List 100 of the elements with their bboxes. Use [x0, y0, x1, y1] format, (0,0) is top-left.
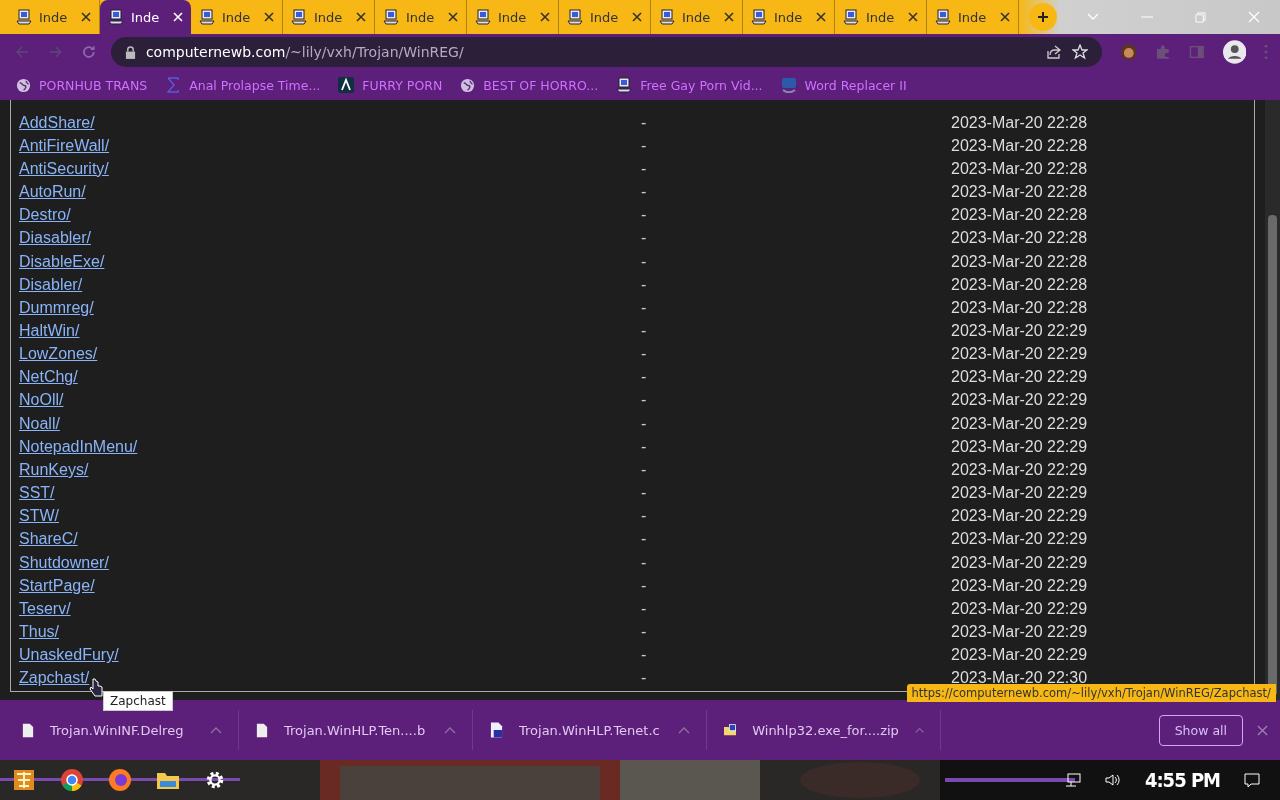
folder-link[interactable]: NoOll/: [19, 391, 641, 410]
computer-icon: [291, 9, 307, 25]
folder-link[interactable]: AntiFireWall/: [19, 136, 641, 155]
close-icon[interactable]: [540, 12, 550, 22]
folder-link[interactable]: Noall/: [19, 414, 641, 433]
profile-icon[interactable]: [1222, 40, 1247, 64]
date-cell: 2023-Mar-20 22:29: [951, 623, 1088, 641]
size-cell-text: -: [641, 623, 648, 641]
tab-title: Inde: [406, 9, 436, 25]
tooltip: Zapchast: [103, 691, 173, 711]
bookmark[interactable]: PORNHUB TRANS: [16, 77, 148, 93]
bookmark[interactable]: BEST OF HORRO...: [460, 77, 599, 93]
folder-link[interactable]: RunKeys/: [19, 460, 641, 479]
browser-tab[interactable]: Inde: [100, 0, 191, 34]
close-icon[interactable]: [632, 12, 642, 22]
reload-icon[interactable]: [81, 44, 97, 60]
size-cell-text: -: [641, 507, 648, 526]
tab-title: Inde: [774, 9, 804, 25]
close-icon[interactable]: [264, 12, 274, 22]
folder-link[interactable]: NotepadInMenu/: [19, 437, 641, 456]
notification-icon[interactable]: [1244, 772, 1260, 788]
computer-icon: [935, 9, 951, 25]
size-cell-text: -: [641, 298, 648, 317]
folder-link[interactable]: ShareC/: [19, 530, 641, 549]
size-cell-text: -: [641, 229, 648, 248]
close-icon[interactable]: [816, 12, 826, 22]
date-cell: 2023-Mar-20 22:29: [951, 368, 1088, 387]
app-icon[interactable]: [12, 768, 36, 792]
folder-link[interactable]: AntiSecurity/: [19, 159, 641, 178]
download-item[interactable]: Trojan.WinHLP.Ten....b: [256, 710, 473, 750]
size-cell-text: -: [641, 414, 648, 433]
firefox-icon[interactable]: [108, 768, 132, 792]
size-cell-text: -: [641, 322, 648, 340]
close-icon[interactable]: [1000, 12, 1010, 22]
download-item[interactable]: Trojan.WinHLP.Tenet.c: [490, 710, 707, 750]
sigma-icon: [165, 77, 182, 93]
size-cell-text: -: [641, 669, 648, 688]
network-icon[interactable]: [1064, 772, 1081, 788]
folder-link[interactable]: AddShare/: [19, 113, 641, 132]
caret-icon[interactable]: [678, 726, 690, 734]
close-icon[interactable]: [724, 12, 734, 22]
folder-link[interactable]: Dummreg/: [19, 298, 641, 317]
folder-link[interactable]: NetChg/: [19, 368, 641, 387]
speaker-icon[interactable]: [1104, 772, 1121, 788]
folder-link[interactable]: UnaskedFury/: [19, 646, 641, 665]
folder-link[interactable]: HaltWin/: [19, 322, 641, 340]
folder-link[interactable]: Diasabler/: [19, 229, 641, 248]
close-icon[interactable]: [448, 12, 458, 22]
folder-link[interactable]: STW/: [19, 507, 641, 526]
computer-icon: [16, 9, 32, 25]
globe-icon: [16, 77, 31, 93]
computer-icon: [199, 9, 215, 25]
close-icon[interactable]: [908, 12, 918, 22]
size-cell-text: -: [641, 275, 648, 294]
date-cell: 2023-Mar-20 22:29: [951, 530, 1088, 549]
folder-link[interactable]: Destro/: [19, 206, 641, 225]
avatar-icon[interactable]: [1119, 43, 1138, 61]
star-icon[interactable]: [1071, 44, 1088, 60]
tab-title: Inde: [131, 9, 161, 25]
download-item[interactable]: Winhlp32.exe_for....zip: [724, 710, 941, 750]
bookmark[interactable]: FURRY PORN: [338, 77, 443, 93]
folder-link[interactable]: AutoRun/: [19, 183, 641, 202]
folder-link[interactable]: Shutdowner/: [19, 553, 641, 572]
date-cell: 2023-Mar-20 22:29: [951, 460, 1088, 479]
address-bar[interactable]: computernewb.com/~lily/vxh/Trojan/WinREG/: [110, 37, 1102, 67]
folder-link[interactable]: Zapchast/: [19, 669, 641, 688]
folder-link[interactable]: SST/: [19, 484, 641, 503]
tab-title: Inde: [682, 9, 712, 25]
bookmark[interactable]: Free Gay Porn Vid...: [616, 77, 763, 93]
download-item[interactable]: Trojan.WinINF.Delreg: [22, 710, 239, 750]
folder-link[interactable]: Teserv/: [19, 599, 641, 618]
folder-link[interactable]: Thus/: [19, 623, 641, 641]
size-cell-text: -: [641, 553, 648, 572]
bookmark[interactable]: Word Replacer II: [780, 77, 907, 93]
size-cell-text: -: [641, 159, 648, 178]
bookmark[interactable]: Anal Prolapse Time...: [165, 77, 321, 93]
clock[interactable]: 4:55 PM: [1144, 768, 1220, 792]
folder-link[interactable]: DisableExe/: [19, 252, 641, 271]
folder-link[interactable]: StartPage/: [19, 576, 641, 595]
lambda-icon: [338, 77, 355, 93]
folder-link[interactable]: Disabler/: [19, 275, 641, 294]
date-cell: 2023-Mar-20 22:29: [951, 599, 1088, 618]
settings-icon[interactable]: [204, 769, 226, 791]
file-icon: [490, 722, 503, 738]
show-all-button[interactable]: Show all: [1158, 714, 1243, 746]
file-icon: [256, 722, 268, 738]
share-icon[interactable]: [1045, 44, 1062, 60]
file-icon: [22, 722, 34, 738]
close-icon[interactable]: [81, 12, 91, 22]
caret-icon[interactable]: [444, 726, 456, 734]
size-cell-text: -: [641, 646, 648, 665]
close-icon[interactable]: [356, 12, 366, 22]
computer-icon: [475, 9, 491, 25]
date-cell: 2023-Mar-20 22:29: [951, 507, 1088, 526]
date-cell: 2023-Mar-20 22:28: [951, 206, 1088, 225]
new-tab-button[interactable]: [1029, 3, 1057, 31]
chrome-icon[interactable]: [60, 768, 84, 792]
folder-link[interactable]: LowZones/: [19, 345, 641, 364]
date-cell: 2023-Mar-20 22:28: [951, 136, 1088, 155]
caret-icon[interactable]: [210, 726, 222, 734]
